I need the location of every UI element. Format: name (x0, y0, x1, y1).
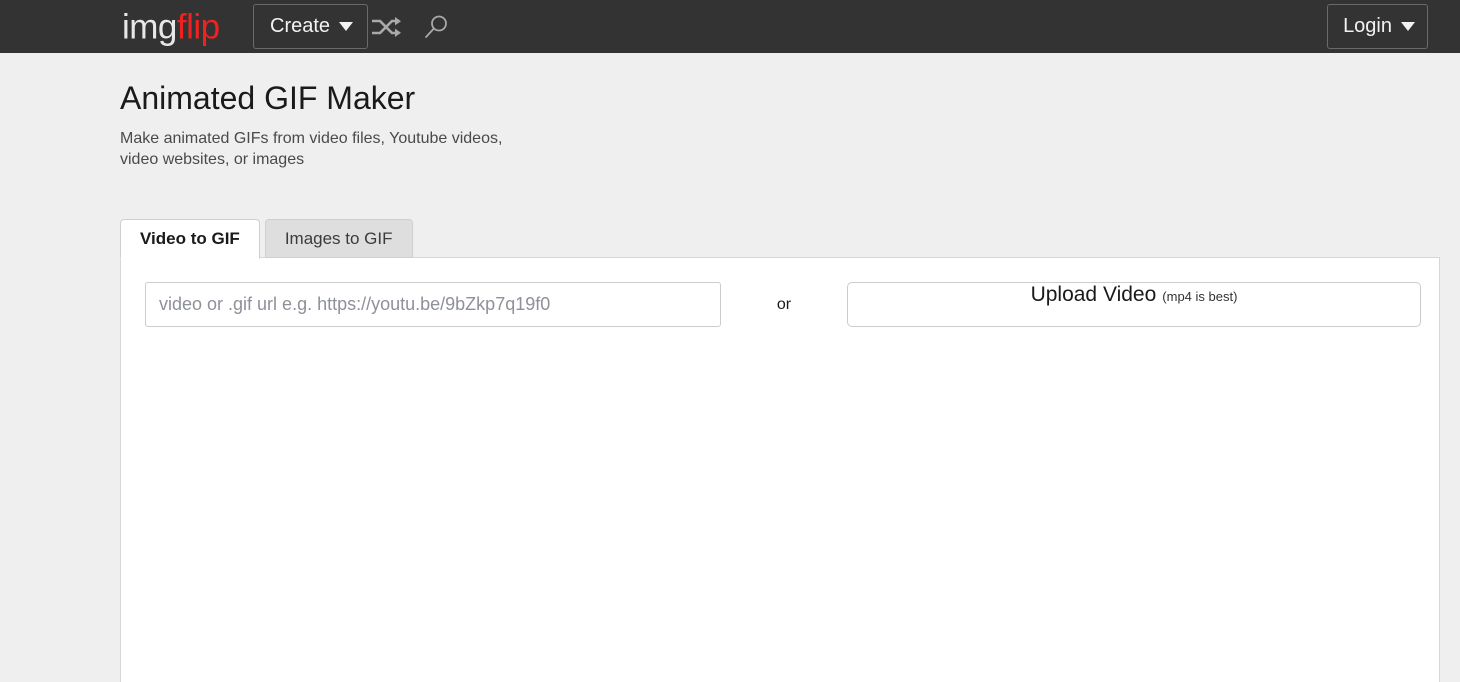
logo-text-img: img (122, 7, 177, 46)
upload-video-button[interactable]: Upload Video (mp4 is best) (847, 282, 1421, 327)
tab-images-to-gif[interactable]: Images to GIF (264, 219, 413, 258)
logo-text-flip: flip (176, 7, 220, 46)
imgflip-logo[interactable]: imgflip (122, 9, 220, 44)
tab-video-to-gif-label: Video to GIF (140, 229, 240, 248)
tab-video-to-gif[interactable]: Video to GIF (120, 219, 260, 259)
or-separator-label: or (776, 295, 792, 313)
upload-video-hint: (mp4 is best) (1162, 289, 1238, 304)
tab-images-to-gif-label: Images to GIF (284, 228, 393, 248)
page-subtitle: Make animated GIFs from video files, You… (120, 130, 503, 168)
create-button[interactable]: Create (253, 4, 369, 49)
upload-video-label: Upload Video (1030, 283, 1157, 306)
login-button-label: Login (1343, 15, 1392, 37)
video-url-input[interactable] (145, 282, 721, 327)
site-header: imgflip Create Login (0, 0, 1460, 53)
search-icon[interactable] (417, 8, 455, 46)
login-button[interactable]: Login (1327, 4, 1428, 49)
create-button-label: Create (270, 15, 331, 37)
gif-maker-panel: or Upload Video (mp4 is best) (120, 257, 1440, 682)
tab-strip: Video to GIF Images to GIF (120, 219, 413, 259)
page-title: Animated GIF Maker (120, 80, 416, 116)
chevron-down-icon (1401, 22, 1415, 31)
shuffle-icon[interactable] (367, 8, 405, 46)
chevron-down-icon (339, 22, 354, 31)
video-source-row: or Upload Video (mp4 is best) (145, 282, 1421, 327)
